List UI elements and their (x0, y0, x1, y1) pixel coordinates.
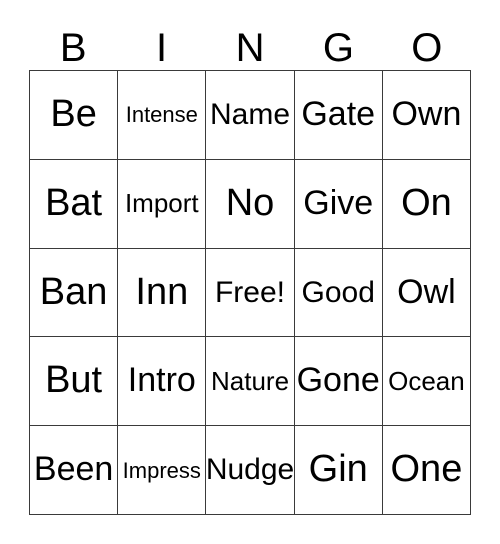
bingo-cell[interactable]: Impress (118, 426, 207, 515)
bingo-header-letter-n: N (235, 26, 265, 70)
bingo-row: Bat Import No Give On (30, 159, 472, 249)
bingo-cell-label: Ocean (388, 365, 465, 396)
bingo-cell-label: Nature (210, 365, 290, 396)
bingo-cell[interactable]: One (382, 426, 472, 515)
bingo-header-letter-b: B (59, 26, 87, 70)
bingo-cell-label: But (45, 359, 103, 402)
bingo-cell-label: Been (33, 450, 114, 489)
bingo-cell[interactable]: Give (294, 159, 383, 249)
bingo-cell[interactable]: Own (382, 71, 472, 160)
bingo-cell-label: Gate (301, 95, 376, 134)
bingo-cell[interactable]: Intro (118, 337, 207, 427)
bingo-header-letter-i: I (156, 26, 168, 70)
bingo-free-space-cell[interactable]: Free! (206, 248, 295, 338)
bingo-cell-label: Be (50, 92, 97, 135)
bingo-cell-label: One (390, 448, 463, 491)
bingo-cell[interactable]: Gin (294, 426, 383, 515)
bingo-cell-label: Intro (127, 361, 196, 400)
bingo-cell[interactable]: Ocean (382, 337, 472, 427)
bingo-cell[interactable]: Owl (382, 248, 472, 338)
bingo-cell[interactable]: On (382, 159, 472, 249)
bingo-cell-label: Import (124, 188, 199, 219)
bingo-cell[interactable]: Good (294, 248, 383, 338)
bingo-grid: Be Intense Name Gate Own Bat Import No G… (29, 70, 472, 515)
bingo-cell-label: Gin (308, 448, 368, 491)
bingo-cell[interactable]: Inn (118, 248, 207, 338)
bingo-cell-label: Inn (135, 270, 189, 313)
bingo-cell[interactable]: Ban (30, 248, 119, 338)
bingo-cell[interactable]: Import (118, 159, 207, 249)
bingo-row: Ban Inn Free! Good Owl (30, 248, 472, 338)
bingo-cell[interactable]: Gone (294, 337, 383, 427)
bingo-cell-label: Owl (397, 272, 456, 311)
bingo-header-letter-o: O (411, 26, 443, 70)
bingo-cell[interactable]: Been (30, 426, 119, 515)
bingo-cell[interactable]: Gate (294, 71, 383, 160)
bingo-cell[interactable]: Nature (206, 337, 295, 427)
bingo-free-space-label: Free! (214, 275, 286, 309)
bingo-cell-label: Nudge (206, 453, 295, 487)
bingo-row: Been Impress Nudge Gin One (30, 426, 472, 515)
bingo-cell-label: Name (209, 98, 291, 132)
bingo-cell-label: No (225, 181, 275, 224)
bingo-cell-label: Give (303, 183, 374, 222)
bingo-header-letter-g: G (322, 26, 354, 70)
bingo-row: Be Intense Name Gate Own (30, 71, 472, 160)
bingo-cell-label: Intense (125, 102, 198, 128)
bingo-cell[interactable]: No (206, 159, 295, 249)
bingo-cell[interactable]: But (30, 337, 119, 427)
bingo-header-row: B I N G O (29, 18, 471, 70)
bingo-row: But Intro Nature Gone Ocean (30, 337, 472, 427)
bingo-cell-label: Bat (45, 181, 103, 224)
bingo-cell[interactable]: Nudge (206, 426, 295, 515)
bingo-cell-label: Own (391, 95, 462, 134)
bingo-cell[interactable]: Be (30, 71, 119, 160)
bingo-cell[interactable]: Name (206, 71, 295, 160)
bingo-card: B I N G O Be Intense Name Gate Own Bat I… (29, 18, 472, 515)
bingo-cell-label: Gone (296, 361, 380, 400)
bingo-cell-label: Good (301, 275, 375, 309)
bingo-cell-label: Ban (39, 270, 108, 313)
bingo-cell-label: Impress (122, 457, 201, 483)
bingo-cell[interactable]: Intense (118, 71, 207, 160)
bingo-cell[interactable]: Bat (30, 159, 119, 249)
bingo-cell-label: On (401, 181, 452, 224)
